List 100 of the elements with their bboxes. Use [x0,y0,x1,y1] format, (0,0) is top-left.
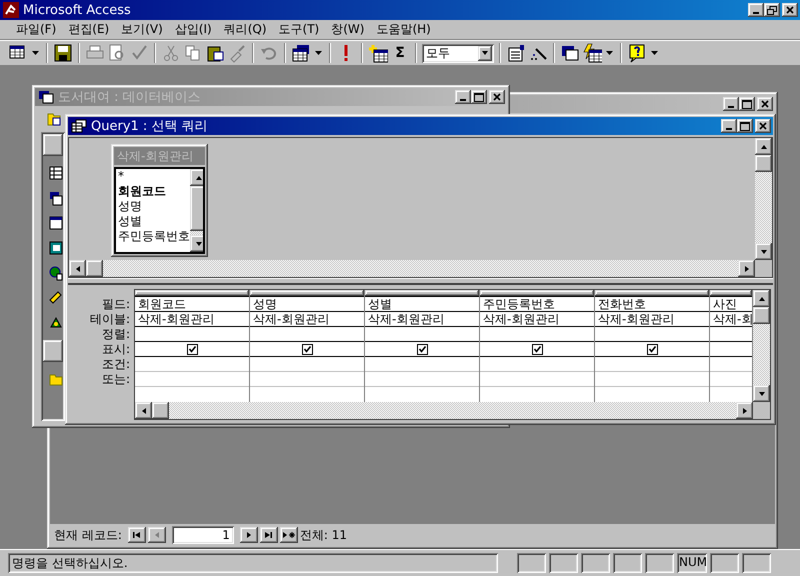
maximize-button[interactable] [739,97,755,111]
close-button[interactable] [757,97,773,111]
field-cell[interactable]: 전화번호 [595,297,709,312]
menu-item[interactable]: 삽입(I) [168,21,218,38]
maximize-button[interactable] [737,119,753,133]
show-cell[interactable] [365,342,479,357]
menu-item[interactable]: 파일(F) [10,21,62,38]
column-selector[interactable] [480,290,594,297]
report-icon[interactable] [49,240,63,256]
show-checkbox[interactable] [646,344,658,354]
table-icon[interactable] [49,165,63,181]
column-selector[interactable] [250,290,364,297]
menu-item[interactable]: 도움말(H) [370,21,437,38]
vertical-scrollbar[interactable] [755,138,772,260]
show-cell[interactable] [250,342,364,357]
menu-item[interactable]: 도구(T) [272,21,326,38]
scroll-up-button[interactable] [753,290,770,307]
table-cell[interactable]: 삭제-회원관리 [480,312,594,327]
column-selector[interactable] [365,290,479,297]
field-item[interactable]: 성별 [118,214,190,229]
column-selector[interactable] [595,290,709,297]
field-cell[interactable]: 회원코드 [135,297,249,312]
totals-icon[interactable]: Σ [390,45,410,61]
field-item[interactable]: 회원코드 [118,184,190,199]
properties-icon[interactable] [506,43,526,63]
dropdown-caret-icon[interactable] [651,51,658,55]
field-item[interactable]: 주민등록번호 [118,229,190,244]
groups-button[interactable] [43,340,63,362]
new-record-button[interactable] [280,527,298,543]
query-icon[interactable] [49,190,63,206]
dropdown-caret-icon[interactable] [606,51,613,55]
show-cell[interactable] [135,342,249,357]
field-item[interactable]: 성명 [118,199,190,214]
table-cell[interactable]: 삭제-회원관리 [250,312,364,327]
close-button[interactable] [755,119,771,133]
pane-splitter[interactable] [68,278,773,285]
restore-button[interactable] [764,3,780,17]
form-icon[interactable] [49,215,63,231]
minimize-button[interactable] [455,90,471,104]
table-cell[interactable]: 삭제-회원관리 [595,312,709,327]
vertical-scrollbar[interactable] [753,290,770,402]
field-cell[interactable]: 주민등록번호 [480,297,594,312]
dropdown-caret-icon[interactable] [32,51,39,55]
new-object-icon[interactable] [582,43,602,63]
show-cell[interactable] [595,342,709,357]
scroll-thumb[interactable] [152,402,169,419]
next-record-button[interactable] [240,527,258,543]
query-type-icon[interactable] [291,43,311,63]
show-checkbox[interactable] [186,344,198,354]
dropdown-caret-icon[interactable] [315,51,322,55]
show-checkbox[interactable] [302,344,312,354]
field-item[interactable]: * [118,169,190,184]
scroll-thumb[interactable] [753,307,770,324]
vertical-scrollbar[interactable] [190,169,203,252]
dropdown-button[interactable] [478,46,492,60]
table-cell[interactable]: 삭제-회원관리 [135,312,249,327]
query-combo-box[interactable]: 모두 [422,44,494,62]
save-icon[interactable] [53,43,73,63]
show-checkbox[interactable] [416,344,428,354]
menu-item[interactable]: 보기(V) [115,21,169,38]
menu-item[interactable]: 쿼리(Q) [218,21,273,38]
help-icon[interactable] [627,43,647,63]
scroll-down-button[interactable] [755,243,772,260]
previous-record-button[interactable] [148,527,166,543]
macro-icon[interactable] [49,290,63,306]
show-checkbox[interactable] [532,344,542,354]
database-window-icon[interactable] [560,43,580,63]
scroll-right-button[interactable] [736,402,753,419]
objects-group-button[interactable] [43,134,63,156]
field-cell[interactable]: 성명 [250,297,364,312]
first-record-button[interactable] [128,527,146,543]
field-cell[interactable]: 성별 [365,297,479,312]
scroll-left-button[interactable] [69,260,86,277]
scroll-up-button[interactable] [190,169,203,186]
scroll-down-button[interactable] [753,385,770,402]
show-table-icon[interactable] [368,43,388,63]
scroll-left-button[interactable] [135,402,152,419]
record-number-field[interactable]: 1 [172,526,234,544]
scroll-up-button[interactable] [755,138,772,155]
scroll-thumb[interactable] [755,155,772,172]
menu-item[interactable]: 편집(E) [62,21,116,38]
close-button[interactable] [782,3,798,17]
column-selector[interactable] [710,290,752,297]
table-cell[interactable]: 삭제-회 [710,312,752,327]
minimize-button[interactable] [721,119,737,133]
scroll-thumb[interactable] [190,186,203,231]
table-cell[interactable]: 삭제-회원관리 [365,312,479,327]
show-cell[interactable] [480,342,594,357]
minimize-button[interactable] [723,97,739,111]
last-record-button[interactable] [260,527,278,543]
scroll-right-button[interactable] [738,260,755,277]
menu-item[interactable]: 창(W) [325,21,370,38]
field-cell[interactable]: 사진 [710,297,752,312]
scroll-thumb[interactable] [86,260,103,277]
horizontal-scrollbar[interactable] [69,260,755,277]
scroll-down-button[interactable] [190,235,203,252]
maximize-button[interactable] [471,90,487,104]
page-icon[interactable] [49,265,63,281]
close-button[interactable] [489,90,505,104]
column-selector[interactable] [135,290,249,297]
